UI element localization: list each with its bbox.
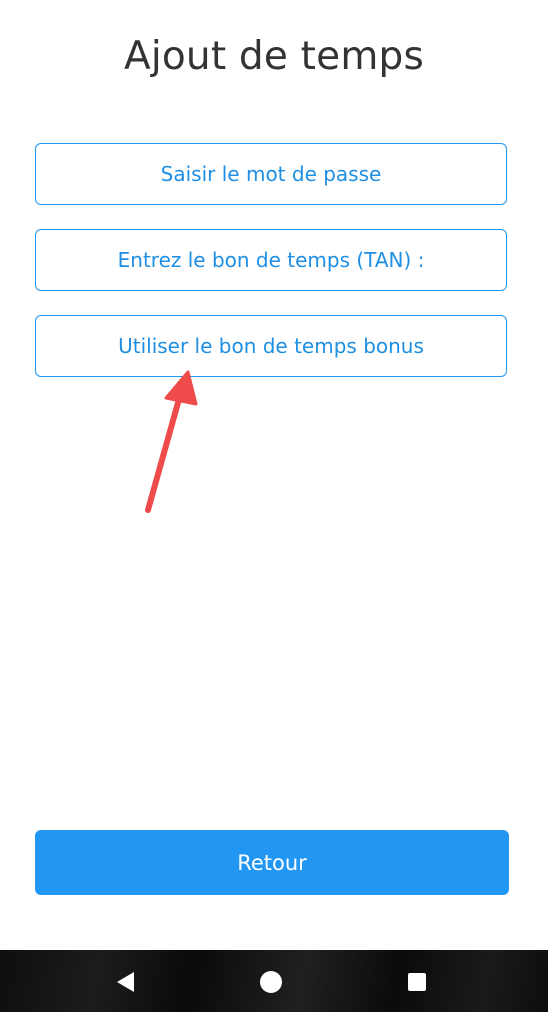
triangle-back-icon[interactable] (111, 968, 139, 996)
enter-password-button[interactable]: Saisir le mot de passe (35, 143, 507, 205)
page-title: Ajout de temps (123, 34, 425, 79)
android-navigation-bar (0, 950, 548, 1012)
back-button[interactable]: Retour (35, 830, 509, 895)
circle-home-icon[interactable] (257, 968, 285, 996)
use-bonus-time-voucher-button[interactable]: Utiliser le bon de temps bonus (35, 315, 507, 377)
square-recent-icon[interactable] (403, 968, 431, 996)
enter-time-voucher-tan-button[interactable]: Entrez le bon de temps (TAN) : (35, 229, 507, 291)
